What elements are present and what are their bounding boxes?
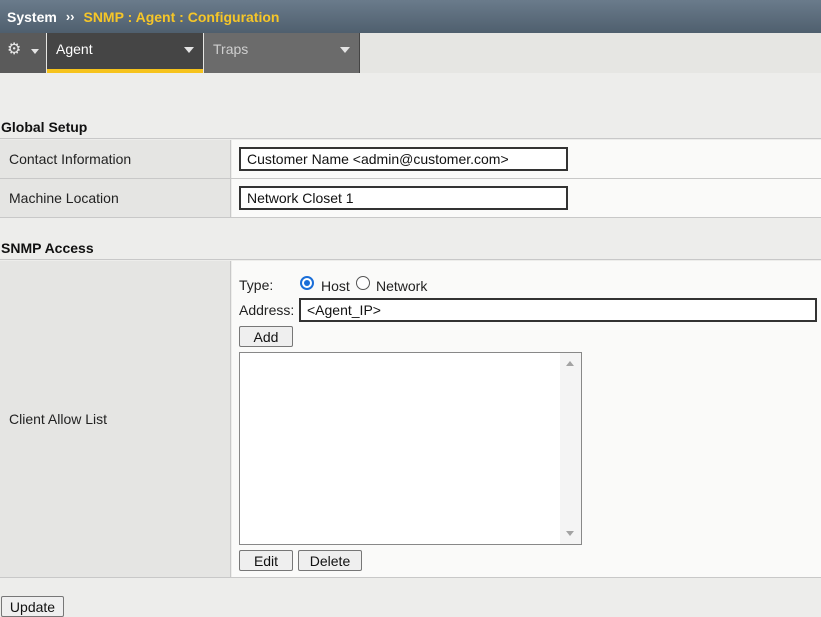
- address-label: Address:: [239, 302, 295, 318]
- page-title: SNMP : Agent : Configuration: [83, 8, 280, 25]
- breadcrumb-root[interactable]: System: [7, 9, 57, 25]
- machine-location-row: Machine Location: [0, 179, 821, 218]
- listbox-scrollbar[interactable]: [560, 353, 581, 544]
- contact-information-cell: [232, 140, 821, 178]
- tab-agent[interactable]: Agent: [47, 33, 203, 73]
- type-host-label[interactable]: Host: [321, 278, 350, 294]
- breadcrumb: System ›› SNMP : Agent : Configuration: [0, 0, 821, 33]
- breadcrumb-separator: ››: [65, 9, 75, 24]
- type-host-radio[interactable]: [300, 276, 314, 290]
- client-allow-listbox[interactable]: [239, 352, 582, 545]
- chevron-down-icon[interactable]: [184, 47, 194, 53]
- machine-location-input[interactable]: [239, 186, 568, 210]
- global-setup-header: Global Setup: [0, 116, 821, 139]
- tab-traps-label: Traps: [213, 41, 249, 57]
- contact-information-label: Contact Information: [0, 140, 231, 178]
- scroll-up-icon[interactable]: [566, 361, 574, 366]
- chevron-down-icon: [31, 49, 39, 54]
- type-network-label[interactable]: Network: [376, 278, 427, 294]
- machine-location-label: Machine Location: [0, 179, 231, 217]
- type-network-radio[interactable]: [356, 276, 370, 290]
- address-input[interactable]: [299, 298, 817, 322]
- contact-information-input[interactable]: [239, 147, 568, 171]
- machine-location-cell: [232, 179, 821, 217]
- chevron-down-icon[interactable]: [340, 47, 350, 53]
- snmp-access-header: SNMP Access: [0, 237, 821, 260]
- tab-bar: ⚙ Agent Traps: [0, 33, 821, 73]
- add-button[interactable]: Add: [239, 326, 293, 347]
- contact-information-row: Contact Information: [0, 140, 821, 179]
- tab-agent-label: Agent: [56, 41, 93, 57]
- tab-traps[interactable]: Traps: [204, 33, 360, 73]
- scroll-down-icon[interactable]: [566, 531, 574, 536]
- client-allow-list-row: Client Allow List Type: Host Network Add…: [0, 261, 821, 578]
- type-label: Type:: [239, 277, 274, 293]
- delete-button[interactable]: Delete: [298, 550, 362, 571]
- settings-menu-button[interactable]: ⚙: [0, 33, 46, 73]
- edit-button[interactable]: Edit: [239, 550, 293, 571]
- client-allow-list-cell: Type: Host Network Address: Add Edit Del…: [232, 261, 821, 577]
- update-button[interactable]: Update: [1, 596, 64, 617]
- gear-icon: ⚙: [7, 41, 22, 58]
- client-allow-list-label: Client Allow List: [0, 261, 231, 577]
